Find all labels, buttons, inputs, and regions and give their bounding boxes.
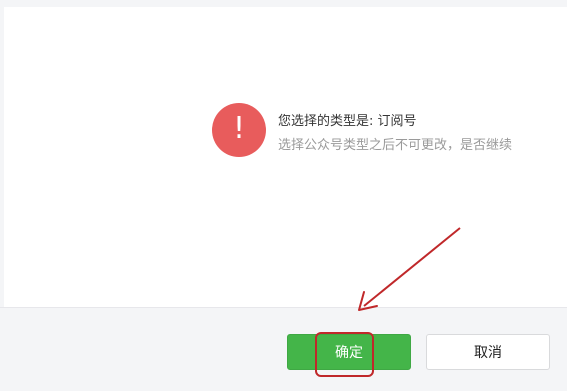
confirm-dialog: ! 您选择的类型是: 订阅号 选择公众号类型之后不可更改，是否继续 确定 取消 bbox=[0, 0, 567, 391]
exclamation-icon: ! bbox=[212, 103, 266, 157]
top-background-strip bbox=[0, 0, 567, 7]
exclamation-glyph: ! bbox=[232, 111, 246, 146]
cancel-button[interactable]: 取消 bbox=[426, 334, 550, 370]
dialog-title: 您选择的类型是: 订阅号 bbox=[278, 114, 417, 129]
confirm-button[interactable]: 确定 bbox=[287, 334, 411, 370]
dialog-message: 选择公众号类型之后不可更改，是否继续 bbox=[278, 138, 513, 153]
dialog-body bbox=[4, 7, 567, 307]
